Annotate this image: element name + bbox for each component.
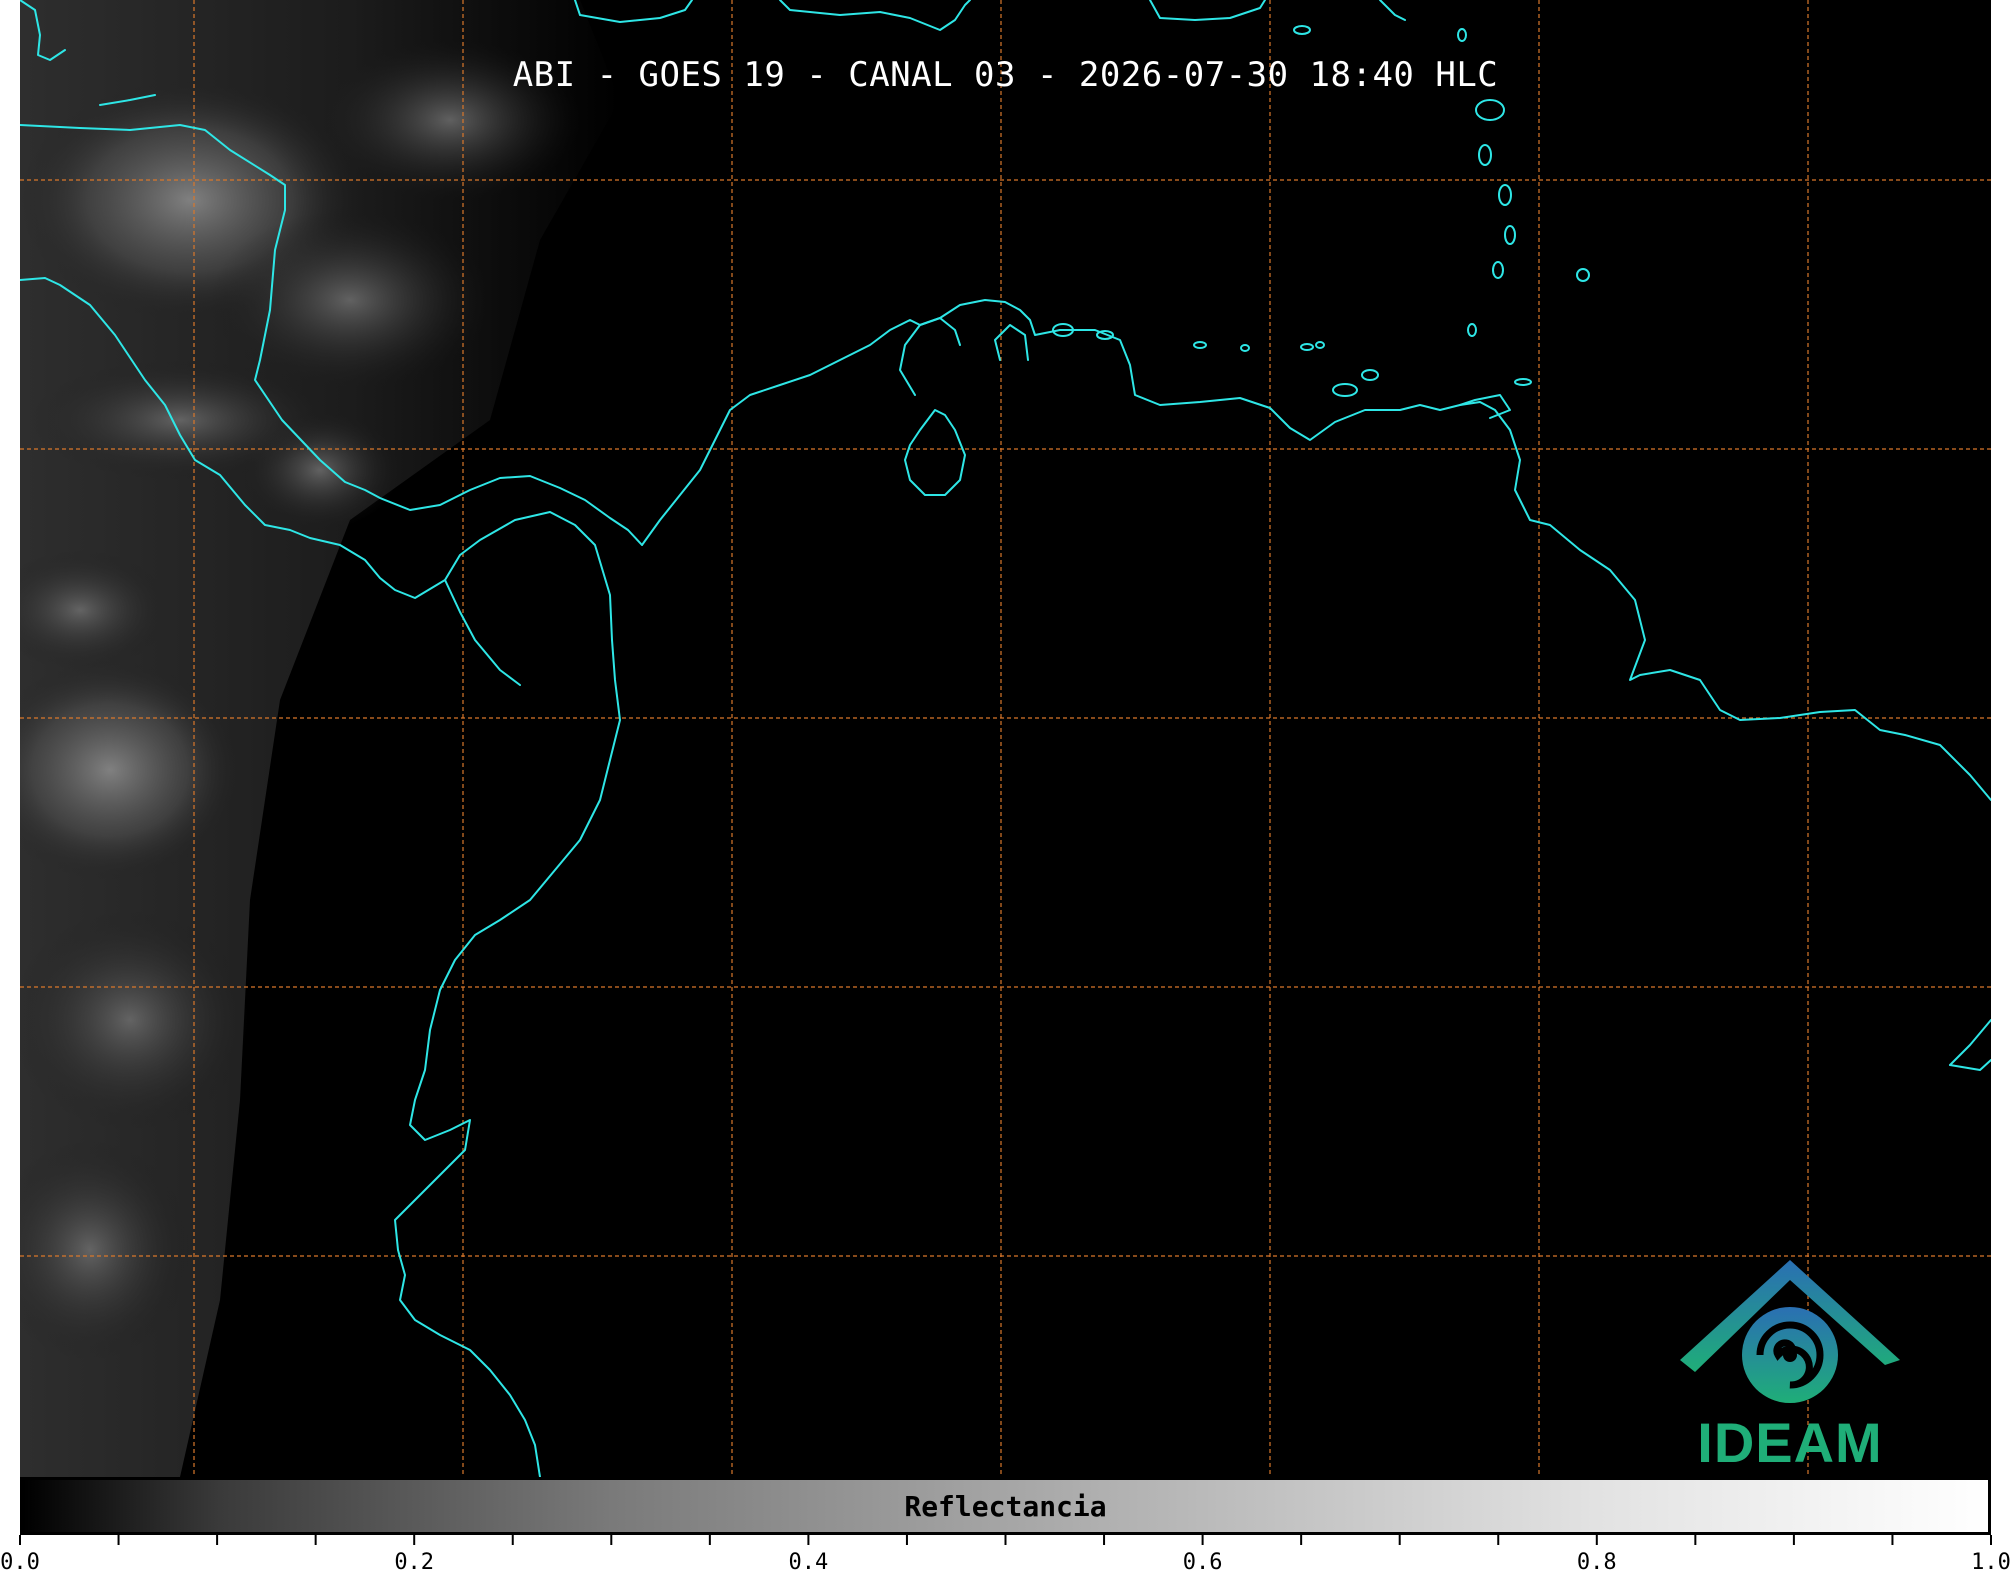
island	[1475, 99, 1505, 121]
logo-text: IDEAM	[1697, 1411, 1883, 1474]
colorbar-tick-label: 0.4	[789, 1550, 829, 1575]
map-title: ABI - GOES 19 - CANAL 03 - 2026-07-30 18…	[512, 55, 1499, 95]
coastline-caribbean	[641, 299, 1991, 801]
coastline-paraguana	[994, 324, 1029, 361]
island	[1492, 261, 1504, 279]
coastline-panama-gulf	[444, 579, 521, 686]
island	[1498, 184, 1512, 206]
coastline-virgin-islands	[1149, 0, 1266, 21]
colorbar-tick-label: 1.0	[1971, 1550, 2011, 1575]
island	[1315, 341, 1325, 349]
coastline-hispaniola	[574, 0, 693, 23]
island	[1293, 25, 1311, 35]
island	[1457, 28, 1467, 42]
colorbar-tick-label: 0.8	[1577, 1550, 1617, 1575]
ideam-logo: IDEAM	[1660, 1250, 1920, 1477]
coastline-guyana-2	[1949, 1059, 1991, 1071]
satellite-image-viewer: ABI - GOES 19 - CANAL 03 - 2026-07-30 18…	[0, 0, 2011, 1577]
island	[1504, 225, 1516, 245]
coastline-trinidad	[1459, 394, 1511, 419]
coastline-puerto-rico	[779, 0, 971, 31]
colorbar-tick-label: 0.6	[1183, 1550, 1223, 1575]
coastline-top-islands	[1379, 0, 1406, 21]
island	[1576, 268, 1590, 282]
island	[1361, 369, 1379, 381]
island	[1514, 378, 1532, 386]
colorbar-tick-label: 0.2	[394, 1550, 434, 1575]
island	[1300, 343, 1314, 351]
island	[1193, 341, 1207, 349]
colorbar-label: Reflectancia	[904, 1490, 1107, 1523]
colorbar-ticks: 0.0 0.2 0.4 0.6 0.8 1.0	[0, 1535, 2011, 1575]
coastline-guajira	[899, 317, 961, 396]
island	[1467, 323, 1477, 337]
coastline-guyana	[1949, 1019, 1991, 1066]
island	[1478, 144, 1492, 166]
coastline-maracaibo-lake	[904, 409, 966, 496]
cloud-field	[20, 0, 620, 1477]
colorbar: Reflectancia	[20, 1477, 1991, 1535]
satellite-map: ABI - GOES 19 - CANAL 03 - 2026-07-30 18…	[20, 0, 1991, 1477]
ideam-logo-icon	[1680, 1260, 1900, 1403]
island	[1240, 344, 1250, 352]
colorbar-tick-label: 0.0	[0, 1550, 40, 1575]
island	[1332, 383, 1358, 397]
